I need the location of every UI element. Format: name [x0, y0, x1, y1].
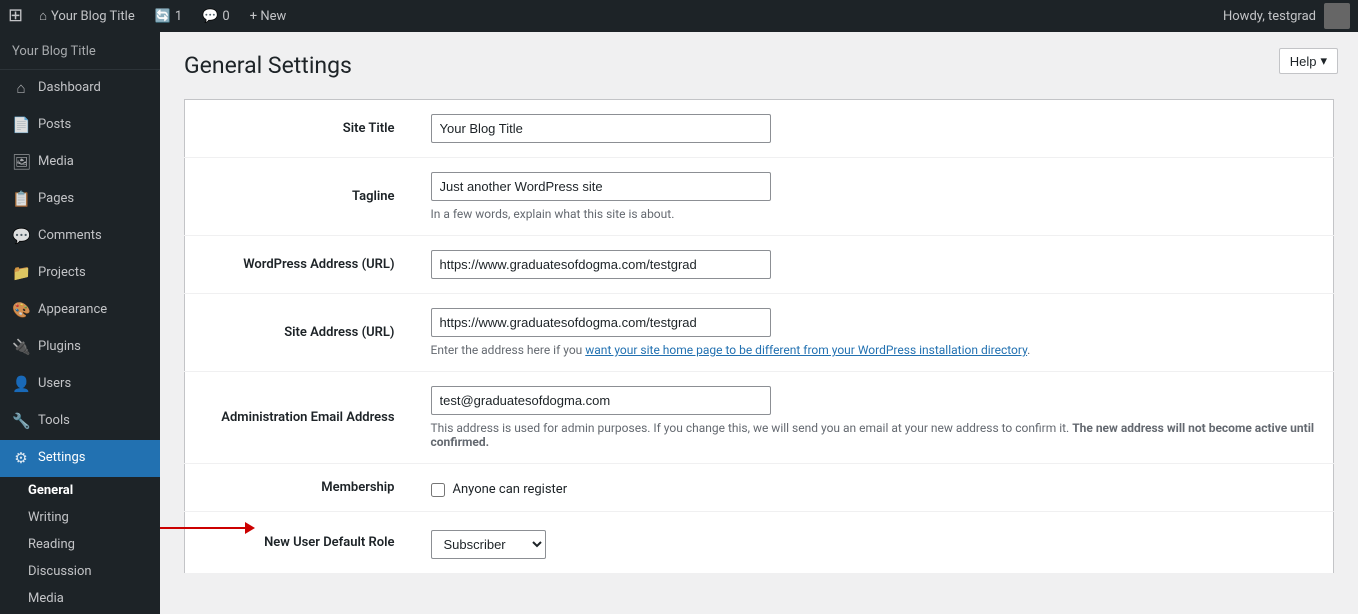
help-button[interactable]: Help ▾	[1279, 48, 1338, 74]
media-icon: 🖼	[12, 152, 30, 173]
admin-email-label: Administration Email Address	[185, 372, 415, 464]
wp-logo-icon: ⊞	[8, 7, 23, 25]
site-address-input[interactable]	[431, 308, 771, 337]
sidebar-item-media[interactable]: 🖼 Media	[0, 144, 160, 181]
tagline-description: In a few words, explain what this site i…	[431, 207, 1318, 221]
new-user-role-label: New User Default Role	[185, 512, 415, 574]
admin-email-description: This address is used for admin purposes.…	[431, 421, 1318, 449]
tagline-row: Tagline In a few words, explain what thi…	[185, 158, 1334, 236]
site-address-row: Site Address (URL) Enter the address her…	[185, 294, 1334, 372]
site-title-row: Site Title	[185, 100, 1334, 158]
membership-row: Membership Anyone can register	[185, 464, 1334, 512]
plugins-icon: 🔌	[12, 337, 30, 358]
updates-icon: 🔄	[155, 9, 171, 24]
settings-form: Site Title Tagline In a few words, expla…	[184, 99, 1334, 574]
sidebar-sub-item-discussion[interactable]: Discussion	[0, 558, 160, 585]
membership-checkbox-label[interactable]: Anyone can register	[431, 482, 1318, 497]
sidebar-item-plugins[interactable]: 🔌 Plugins	[0, 329, 160, 366]
site-address-link[interactable]: want your site home page to be different…	[585, 343, 1027, 357]
site-title-label: Site Title	[185, 100, 415, 158]
sidebar-item-posts[interactable]: 📄 Posts	[0, 107, 160, 144]
sidebar-brand: Your Blog Title	[0, 32, 160, 70]
sidebar-item-settings[interactable]: ⚙ Settings	[0, 440, 160, 477]
pages-icon: 📋	[12, 189, 30, 210]
posts-icon: 📄	[12, 115, 30, 136]
sidebar-item-comments[interactable]: 💬 Comments	[0, 218, 160, 255]
topbar-right: Howdy, testgrad	[1223, 3, 1350, 29]
content-area: General Settings Help ▾ Site Title	[160, 32, 1358, 614]
sidebar-item-appearance[interactable]: 🎨 Appearance	[0, 292, 160, 329]
topbar: ⊞ ⌂ Your Blog Title 🔄 1 💬 0 + New Howdy,…	[0, 0, 1358, 32]
sidebar-sub-item-media-settings[interactable]: Media	[0, 585, 160, 612]
users-icon: 👤	[12, 374, 30, 395]
admin-email-input[interactable]	[431, 386, 771, 415]
site-title-input[interactable]	[431, 114, 771, 143]
new-user-role-row: New User Default Role Subscriber Contrib…	[185, 512, 1334, 574]
avatar	[1324, 3, 1350, 29]
home-icon: ⌂	[39, 8, 47, 24]
sidebar-item-pages[interactable]: 📋 Pages	[0, 181, 160, 218]
sidebar: Your Blog Title ⌂ Dashboard 📄 Posts 🖼 Me…	[0, 32, 160, 614]
wp-address-input[interactable]	[431, 250, 771, 279]
topbar-site-name[interactable]: ⌂ Your Blog Title	[35, 0, 139, 32]
admin-email-row: Administration Email Address This addres…	[185, 372, 1334, 464]
sidebar-sub-item-writing[interactable]: Writing	[0, 504, 160, 531]
topbar-new[interactable]: + New	[246, 0, 291, 32]
site-address-description: Enter the address here if you want your …	[431, 343, 1318, 357]
chevron-down-icon: ▾	[1320, 53, 1327, 69]
sidebar-item-dashboard[interactable]: ⌂ Dashboard	[0, 70, 160, 107]
membership-label: Membership	[185, 464, 415, 512]
tools-icon: 🔧	[12, 411, 30, 432]
new-user-role-select[interactable]: Subscriber Contributor Author Editor Adm…	[431, 530, 546, 559]
dashboard-icon: ⌂	[12, 78, 30, 99]
appearance-icon: 🎨	[12, 300, 30, 321]
settings-icon: ⚙	[12, 448, 30, 469]
comments-nav-icon: 💬	[12, 226, 30, 247]
comments-icon: 💬	[202, 9, 218, 24]
sidebar-sub-item-reading[interactable]: Reading	[0, 531, 160, 558]
sidebar-item-tools[interactable]: 🔧 Tools	[0, 403, 160, 440]
wp-address-row: WordPress Address (URL)	[185, 236, 1334, 294]
tagline-input[interactable]	[431, 172, 771, 201]
topbar-comments[interactable]: 💬 0	[198, 0, 234, 32]
site-address-label: Site Address (URL)	[185, 294, 415, 372]
membership-checkbox[interactable]	[431, 483, 445, 497]
topbar-updates[interactable]: 🔄 1	[151, 0, 187, 32]
page-title: General Settings	[184, 52, 1334, 79]
wp-address-label: WordPress Address (URL)	[185, 236, 415, 294]
sidebar-item-projects[interactable]: 📁 Projects	[0, 255, 160, 292]
sidebar-sub-item-general[interactable]: General	[0, 477, 160, 504]
projects-icon: 📁	[12, 263, 30, 284]
sidebar-item-users[interactable]: 👤 Users	[0, 366, 160, 403]
tagline-label: Tagline	[185, 158, 415, 236]
